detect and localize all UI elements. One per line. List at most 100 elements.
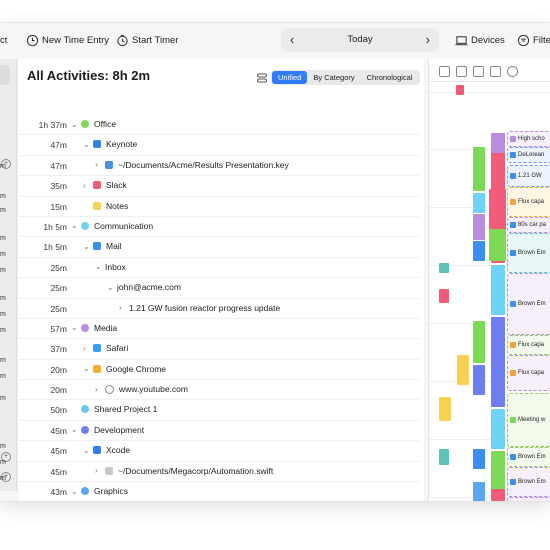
start-timer-button[interactable]: Start Timer (116, 29, 178, 51)
event-title: 1.21 GW (518, 173, 542, 179)
activity-row[interactable]: 43m ⌄ Graphics (19, 482, 419, 501)
activity-row[interactable]: 47m › ~/Documents/Acme/Results Presentatio… (19, 156, 419, 177)
view-mode-unified[interactable]: Unified (272, 71, 308, 84)
clock-icon[interactable] (507, 66, 518, 77)
activity-row[interactable]: 1h 37m ⌄ Office (19, 115, 419, 136)
activity-duration: 25m (50, 303, 67, 314)
view-mode-chronological[interactable]: Chronological (361, 71, 419, 84)
activity-row[interactable]: 20m › www.youtube.com (19, 380, 419, 401)
sidebar-selected-item[interactable] (0, 65, 10, 85)
chevron-down-icon[interactable]: ⌄ (107, 283, 117, 292)
timeline-activity-block[interactable] (489, 229, 506, 261)
chevron-right-icon[interactable]: › (95, 466, 105, 475)
chevron-down-icon[interactable]: ⌄ (83, 446, 93, 455)
timeline-event[interactable]: High scho (507, 131, 550, 147)
timeline-activity-block[interactable] (439, 289, 449, 303)
project-selector-fragment[interactable]: ct (0, 29, 7, 51)
sidebar-item-duration: m (0, 357, 6, 364)
chevron-down-icon[interactable]: ⌄ (71, 425, 81, 434)
timeline-activity-block[interactable] (439, 397, 451, 421)
event-title: DeLorean (518, 152, 545, 158)
event-title: Brown Em (518, 479, 546, 485)
timeline-activity-block[interactable] (473, 449, 485, 469)
activity-row[interactable]: 45m ⌄ Xcode (19, 441, 419, 462)
folder-icon[interactable] (490, 66, 501, 77)
timeline-activity-block[interactable] (439, 449, 449, 465)
chevron-down-icon[interactable]: ⌄ (71, 323, 81, 332)
timeline-activity-block[interactable] (473, 482, 485, 501)
new-time-entry-button[interactable]: New Time Entry (26, 29, 109, 51)
activity-row[interactable]: 20m ⌄ Google Chrome (19, 360, 419, 381)
activity-row[interactable]: 15m Notes (19, 197, 419, 217)
timeline-event[interactable]: Brown Em (507, 447, 550, 467)
chevron-down-icon[interactable]: ⌄ (83, 140, 93, 149)
activity-row[interactable]: 45m ⌄ Development (19, 421, 419, 442)
timeline-activity-block[interactable] (473, 193, 485, 213)
laptop-icon (455, 35, 468, 45)
device-filter-icons (439, 66, 524, 77)
chevron-down-icon[interactable]: ⌄ (95, 262, 105, 271)
activity-label: Keynote (106, 139, 138, 150)
timeline-activity-block[interactable] (491, 317, 505, 407)
timeline-activity-block[interactable] (491, 133, 505, 153)
timeline-activity-block[interactable] (473, 147, 485, 191)
next-day-chevron-icon[interactable]: › (426, 32, 430, 47)
activity-row[interactable]: 25m ⌄ john@acme.com (19, 278, 419, 299)
today-button[interactable]: Today (281, 34, 439, 45)
phone-icon[interactable] (456, 66, 467, 77)
timeline-event[interactable]: Brown Em (507, 273, 550, 335)
chevron-right-icon[interactable]: › (95, 385, 105, 394)
timeline-event[interactable]: 80s car pa (507, 217, 550, 233)
chevron-down-icon[interactable]: ⌄ (71, 221, 81, 230)
timeline-activity-block[interactable] (473, 321, 485, 363)
activity-row[interactable]: 45m › ~/Documents/Megacorp/Automation.swif… (19, 462, 419, 483)
chevron-right-icon[interactable]: › (119, 303, 129, 312)
laptop-icon[interactable] (473, 66, 484, 77)
activity-row[interactable]: 35m › Slack (19, 176, 419, 197)
chevron-right-icon[interactable]: › (95, 160, 105, 169)
timeline-event[interactable]: Brown Em (507, 233, 550, 273)
timeline-event[interactable]: Flux capa (507, 187, 550, 217)
category-color-dot (81, 487, 89, 496)
chevron-down-icon[interactable]: ⌄ (71, 120, 81, 129)
chevron-down-icon[interactable]: ⌄ (71, 487, 81, 496)
activity-row[interactable]: 50m Shared Project 1 (19, 400, 419, 421)
chevron-right-icon[interactable]: › (83, 181, 93, 190)
activity-row[interactable]: 1h 5m ⌄ Mail (19, 237, 419, 258)
timeline-event[interactable]: Flux capa (507, 355, 550, 391)
timeline-event[interactable]: 1.21 GW (507, 165, 550, 187)
activity-row[interactable]: 47m ⌄ Keynote (19, 135, 419, 156)
chevron-right-icon[interactable]: › (83, 344, 93, 353)
timeline-activity-block[interactable] (473, 241, 485, 261)
timeline-event[interactable]: Meeting w (507, 393, 550, 447)
activity-row[interactable]: 25m ⌄ Inbox (19, 258, 419, 279)
category-color-dot (81, 405, 89, 414)
chevron-down-icon[interactable]: ⌄ (83, 364, 93, 373)
filter-button[interactable]: Filter (517, 29, 550, 51)
tablet-icon[interactable] (439, 66, 450, 77)
app-icon (93, 140, 101, 149)
timeline-event[interactable]: DeLorean (507, 147, 550, 163)
activity-row[interactable]: 37m › Safari (19, 339, 419, 360)
chevron-down-icon[interactable]: ⌄ (83, 242, 93, 251)
timeline-event[interactable]: Brown Em (507, 467, 550, 497)
event-title: Flux capa (518, 199, 545, 205)
timeline-event[interactable]: Flux capa (507, 335, 550, 355)
activity-row[interactable]: 1h 5m ⌄ Communication (19, 217, 419, 238)
timeline-activity-block[interactable] (456, 85, 464, 95)
activity-row[interactable]: 25m › 1.21 GW fusion reactor progress upda… (19, 299, 419, 319)
devices-button[interactable]: Devices (455, 29, 505, 51)
timeline-activity-block[interactable] (439, 263, 449, 273)
toggle-icon[interactable] (257, 73, 267, 83)
timeline-activity-block[interactable] (473, 365, 485, 395)
view-mode-by-category[interactable]: By Category (307, 71, 360, 84)
timeline-event[interactable]: TED Talk (507, 497, 550, 501)
activity-row[interactable]: 57m ⌄ Media (19, 319, 419, 340)
timeline-activity-block[interactable] (457, 355, 469, 385)
timeline-activity-block[interactable] (491, 489, 505, 501)
activities-panel: All Activities: 8h 2m Unified By Category… (19, 59, 424, 501)
timeline-activity-block[interactable] (491, 265, 505, 315)
activity-label: Xcode (106, 445, 131, 456)
timeline-activity-block[interactable] (473, 214, 485, 240)
timeline-activity-block[interactable] (491, 409, 505, 449)
